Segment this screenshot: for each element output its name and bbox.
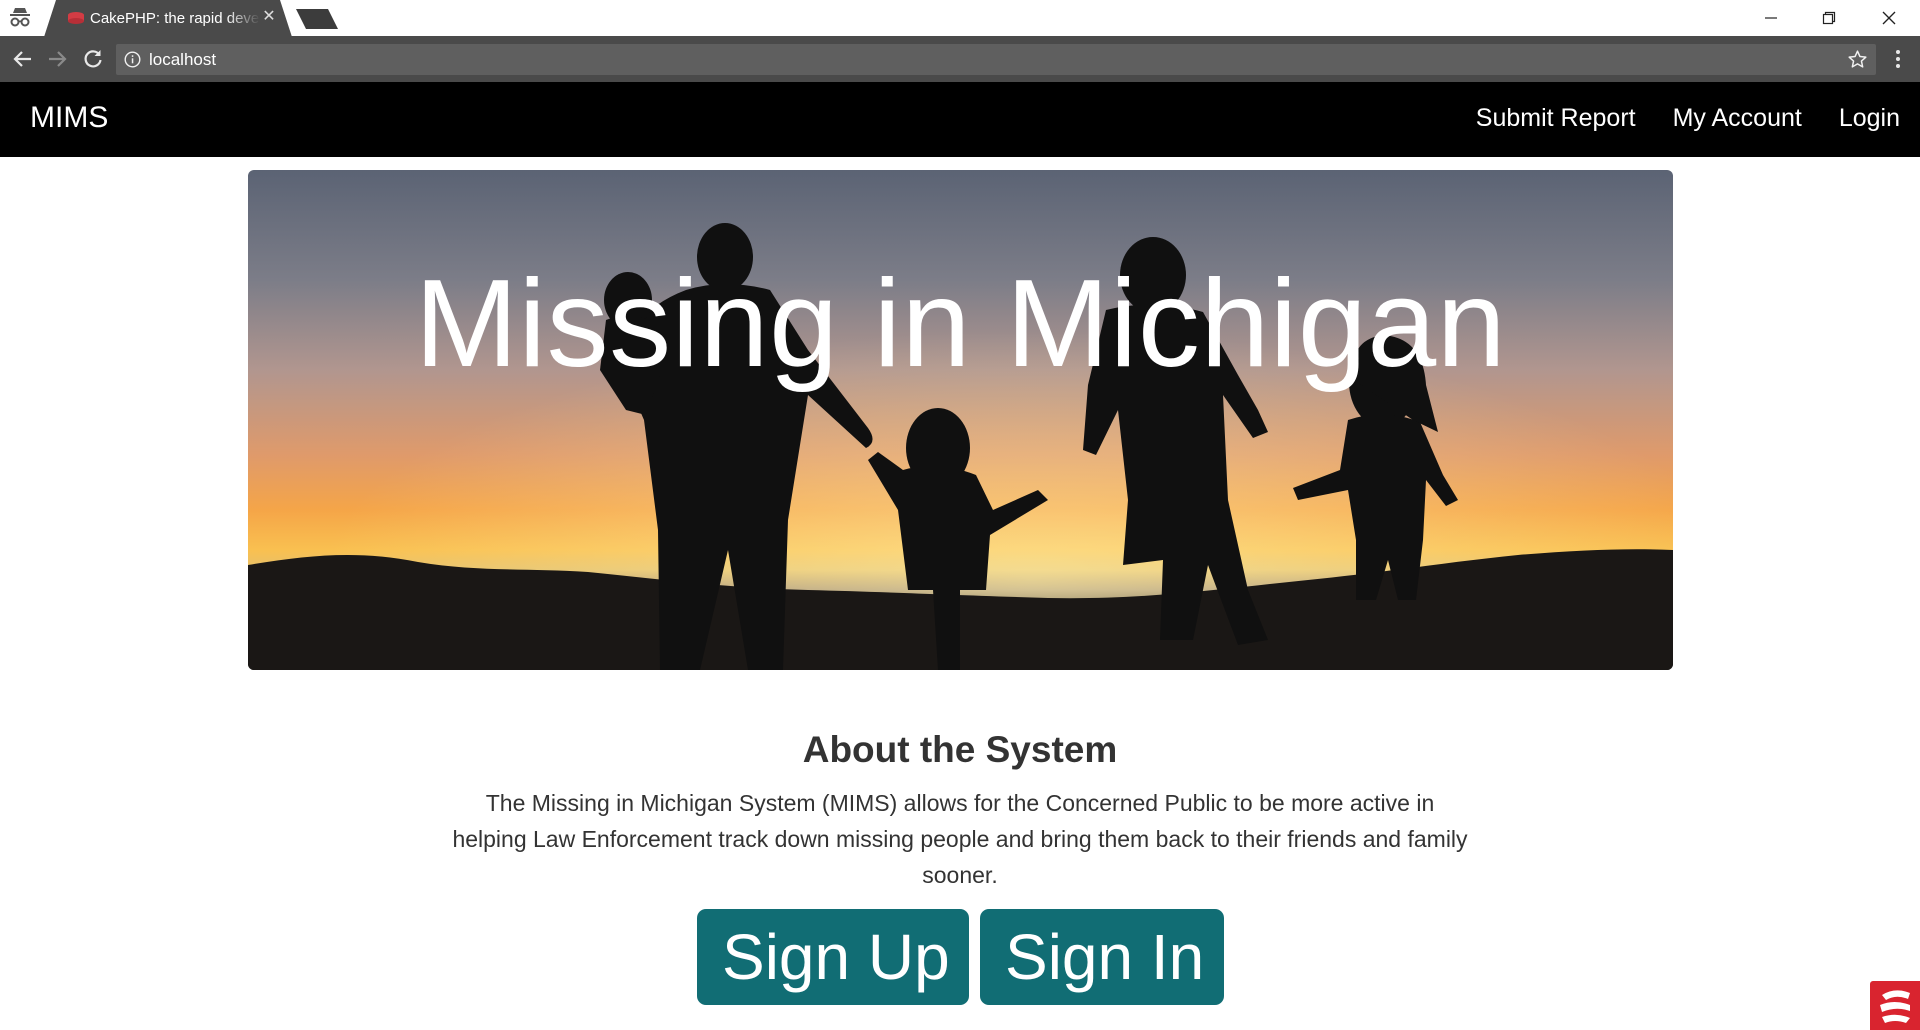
browser-tab[interactable]: CakePHP: the rapid development php frame…: [44, 0, 292, 37]
back-icon[interactable]: [10, 46, 36, 72]
forward-icon[interactable]: [44, 46, 70, 72]
nav-links: Submit Report My Account Login: [1476, 104, 1900, 133]
family-silhouette-image: [248, 170, 1673, 670]
cakephp-favicon: [68, 11, 84, 25]
address-bar[interactable]: localhost: [116, 44, 1876, 75]
hero-banner: Missing in Michigan: [248, 170, 1673, 670]
browser-toolbar: localhost: [0, 36, 1920, 82]
hero-title: Missing in Michigan: [414, 255, 1507, 393]
sign-in-button[interactable]: Sign In: [980, 909, 1224, 1005]
tab-strip: CakePHP: the rapid development php frame…: [0, 0, 1920, 37]
close-icon[interactable]: ✕: [260, 8, 278, 26]
star-icon[interactable]: [1847, 49, 1868, 70]
nav-login[interactable]: Login: [1839, 104, 1900, 133]
site-navbar: MIMS Submit Report My Account Login: [0, 82, 1920, 157]
minimize-icon[interactable]: [1742, 0, 1800, 34]
nav-submit-report[interactable]: Submit Report: [1476, 104, 1636, 133]
incognito-icon: [8, 7, 32, 29]
widget-icon[interactable]: [1870, 981, 1920, 1030]
menu-icon[interactable]: [1888, 48, 1908, 70]
window-close-icon[interactable]: [1860, 0, 1918, 34]
brand-link[interactable]: MIMS: [30, 101, 108, 135]
about-heading: About the System: [802, 729, 1118, 770]
nav-my-account[interactable]: My Account: [1673, 104, 1802, 133]
url-text: localhost: [149, 50, 217, 69]
info-icon[interactable]: [124, 51, 141, 68]
tab-title: CakePHP: the rapid development php frame…: [90, 10, 260, 27]
action-buttons: Sign Up Sign In: [697, 909, 1224, 1005]
restore-icon[interactable]: [1800, 0, 1858, 34]
about-description: The Missing in Michigan System (MIMS) al…: [452, 790, 1468, 888]
reload-icon[interactable]: [80, 46, 106, 72]
sign-up-button[interactable]: Sign Up: [697, 909, 969, 1005]
new-tab-button[interactable]: [296, 9, 338, 29]
